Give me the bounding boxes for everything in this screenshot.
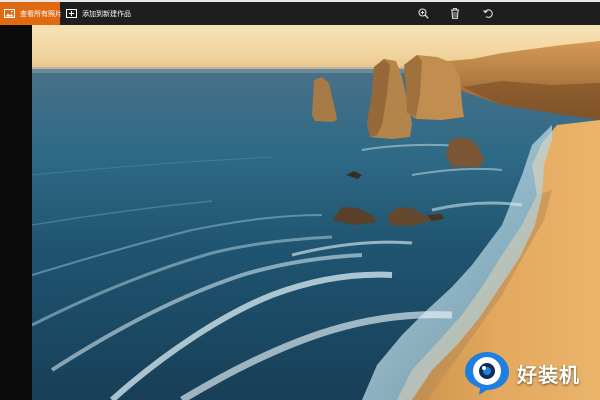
- watermark-text: 好装机: [517, 362, 580, 387]
- displayed-photo[interactable]: [32, 25, 600, 400]
- view-all-photos-button[interactable]: 查看所有照片: [0, 2, 62, 25]
- toolbar-actions: [412, 2, 434, 25]
- coastal-photo-illustration: [32, 25, 600, 400]
- toolbar-actions-delete: [444, 2, 466, 25]
- add-creation-icon: [66, 9, 77, 18]
- site-watermark: 好装机: [463, 349, 580, 397]
- zoom-in-icon: [417, 8, 429, 19]
- toolbar-actions-rotate: [477, 2, 499, 25]
- delete-button[interactable]: [444, 2, 466, 25]
- eye-logo-icon: [465, 352, 509, 395]
- rotate-icon: [482, 9, 493, 18]
- left-panel-edge: [0, 25, 32, 400]
- rotate-button[interactable]: [477, 2, 499, 25]
- view-all-photos-label: 查看所有照片: [20, 9, 62, 18]
- delete-icon: [451, 8, 459, 19]
- zoom-in-button[interactable]: [412, 2, 434, 25]
- add-to-creation-button[interactable]: 添加到新建作品: [62, 2, 137, 25]
- photo-viewer-toolbar: 查看所有照片 添加到新建作品: [0, 2, 600, 25]
- photo-gallery-icon: [4, 9, 15, 18]
- add-to-creation-label: 添加到新建作品: [82, 9, 131, 18]
